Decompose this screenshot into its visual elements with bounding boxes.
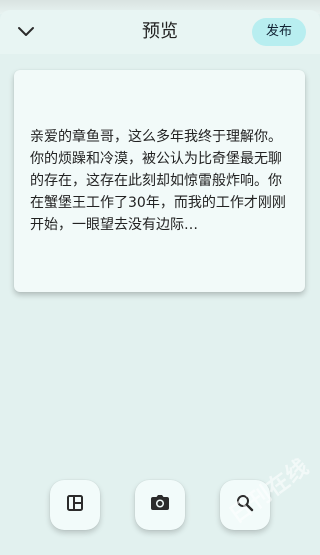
- camera-icon: [150, 494, 170, 516]
- bottom-toolbar: [0, 480, 320, 532]
- preview-text: 亲爱的章鱼哥，这么多年我终于理解你。你的烦躁和冷漠，被公认为比奇堡最无聊的存在，…: [30, 129, 286, 233]
- search-button[interactable]: [220, 480, 270, 530]
- search-icon: [236, 494, 254, 516]
- camera-button[interactable]: [135, 480, 185, 530]
- publish-button[interactable]: 发布: [252, 18, 306, 46]
- layout-button[interactable]: [50, 480, 100, 530]
- preview-card: 亲爱的章鱼哥，这么多年我终于理解你。你的烦躁和冷漠，被公认为比奇堡最无聊的存在，…: [14, 70, 305, 292]
- layout-icon: [66, 494, 84, 516]
- header: 预览 发布: [0, 10, 320, 54]
